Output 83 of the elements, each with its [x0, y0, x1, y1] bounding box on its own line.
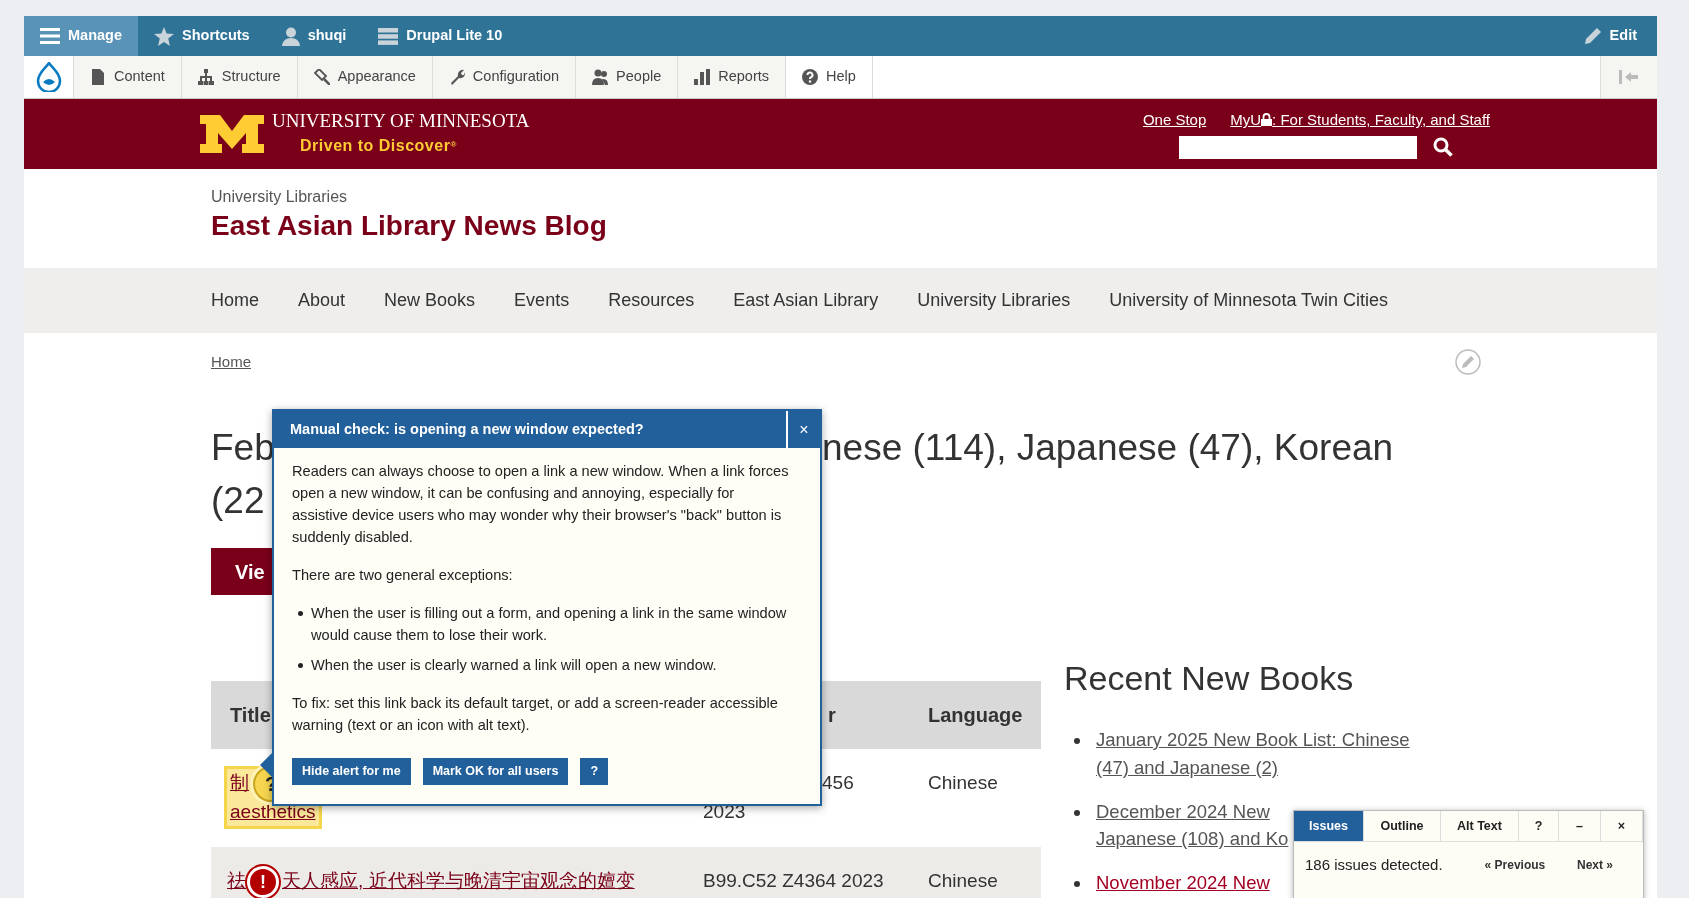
page-heading-text: Feb	[211, 427, 275, 468]
nav-link[interactable]: Home	[211, 287, 259, 314]
dialog-button[interactable]: ?	[580, 758, 609, 785]
site-title: East Asian Library News Blog	[211, 209, 608, 243]
book-list-link[interactable]: December 2024 New	[1096, 797, 1270, 826]
brush-icon	[313, 69, 330, 85]
sitemap-icon	[197, 69, 214, 85]
bar-chart-icon	[694, 69, 711, 85]
checker-tab[interactable]: ?	[1519, 811, 1559, 841]
server-icon	[378, 27, 399, 45]
star-icon	[154, 26, 174, 46]
book-list-link[interactable]: January 2025 New Book List: Chinese (47) and Japanese (2)	[1096, 726, 1429, 782]
table-cell-text: Chinese	[928, 771, 999, 795]
bullet-icon	[1074, 738, 1080, 744]
dialog-text: There are two general exceptions:	[292, 566, 514, 585]
toolbar-menu-item[interactable]: People	[576, 56, 679, 98]
block-m-logo-icon[interactable]	[200, 115, 264, 153]
toolbar-tab[interactable]: shuqi	[265, 16, 363, 56]
nav-link[interactable]: University Libraries	[917, 287, 1071, 314]
dialog-button[interactable]: Mark OK for all users	[422, 758, 569, 785]
checker-tab[interactable]: Issues	[1294, 811, 1364, 841]
table-cell-text: Chinese	[928, 869, 999, 893]
user-icon	[281, 26, 300, 46]
column-header: Language	[928, 704, 1023, 726]
toolbar-menu-item[interactable]: Appearance	[297, 56, 433, 98]
toolbar-menu-item[interactable]: Content	[74, 56, 182, 98]
help-icon	[802, 69, 819, 85]
checker-tab[interactable]: –	[1559, 811, 1601, 841]
lock-icon	[1261, 113, 1273, 127]
dialog-title: Manual check: is opening a new window expected?	[289, 419, 644, 439]
issue-count-text: 186 issues detected.	[1305, 855, 1443, 875]
wrench-icon	[448, 69, 465, 85]
checker-tab[interactable]: ×	[1601, 811, 1643, 841]
table-cell-text: B99.C52 Z4364 2023	[703, 869, 884, 893]
nav-link[interactable]: Resources	[608, 287, 695, 314]
sidebar-heading: Recent New Books	[1064, 658, 1355, 699]
site-parent-link[interactable]: University Libraries	[211, 185, 348, 209]
title-link[interactable]: 天人感应, 近代科学与晚清宇宙观念的嬗变	[282, 867, 635, 896]
error-badge[interactable]: !	[247, 866, 279, 898]
bullet-icon	[1074, 809, 1080, 816]
nav-link[interactable]: Events	[514, 287, 570, 314]
toolbar-tab[interactable]: Shortcuts	[138, 16, 266, 56]
checker-tab[interactable]: Alt Text	[1441, 811, 1519, 841]
bullet-icon	[298, 663, 303, 668]
search-icon[interactable]	[1433, 137, 1454, 158]
dialog-text: When the user is clearly warned a link will open a new window.	[311, 656, 717, 675]
dialog-text: To fix: set this link back its default target, or add a screen-reader accessible warning (text or an icon with alt text).	[292, 694, 779, 735]
wordmark-text: UNIVERSITY OF MINNESOTA	[272, 110, 530, 130]
next-link[interactable]: Next »	[1576, 856, 1613, 875]
nav-link[interactable]: New Books	[384, 287, 476, 314]
dialog-button[interactable]: Hide alert for me	[292, 758, 411, 785]
edit-button[interactable]: Edit	[1567, 16, 1653, 56]
column-header: Title	[230, 704, 271, 726]
nav-link[interactable]: East Asian Library	[733, 287, 879, 314]
table-cell-text: 456	[822, 771, 854, 795]
search-field[interactable]	[1179, 135, 1418, 159]
tagline-text: Driven to Discover$^{®}$	[300, 135, 458, 156]
page-heading-text: (22	[211, 480, 265, 521]
nav-link[interactable]: About	[298, 287, 346, 314]
column-header: r	[828, 704, 836, 726]
page-heading-text: nese (114), Japanese (47), Korean	[822, 426, 1394, 470]
book-list-link[interactable]: Japanese (108) and Ko	[1096, 825, 1289, 853]
dialog-text: When the user is filling out a form, and opening a link in the same window would cause them to lose their work.	[311, 604, 788, 645]
header-link[interactable]: One Stop	[1142, 109, 1207, 132]
drop-logo-icon[interactable]	[35, 62, 62, 92]
pencil-icon	[1583, 27, 1602, 45]
breadcrumb-link[interactable]: Home	[211, 350, 251, 374]
file-icon	[90, 69, 106, 85]
toolbar-menu-item[interactable]: Configuration	[432, 56, 577, 98]
menu-icon	[40, 28, 60, 44]
book-list-link[interactable]: November 2024 New	[1096, 869, 1270, 897]
dialog-text: Readers can always choose to open a link a new window. When a link forces open a new window, it can be confusing and annoying, especially for assistive device users who may wonder why their browser's "back" button is suddenly disabled.	[292, 462, 790, 547]
nav-link[interactable]: University of Minnesota Twin Cities	[1109, 287, 1389, 314]
toolbar-tab[interactable]: Drupal Lite 10	[362, 16, 519, 56]
title-link[interactable]: 祛	[227, 867, 246, 896]
checker-tab[interactable]: Outline	[1364, 811, 1441, 841]
people-icon	[592, 69, 609, 85]
bullet-icon	[1074, 881, 1080, 887]
previous-link[interactable]: « Previous	[1484, 856, 1546, 875]
toolbar-menu-item[interactable]: Reports	[678, 56, 787, 98]
header-link[interactable]: MyU : For Students, Faculty, and Staff	[1230, 109, 1490, 132]
bullet-icon	[298, 611, 303, 616]
toolbar-menu-item[interactable]: Structure	[181, 56, 298, 98]
